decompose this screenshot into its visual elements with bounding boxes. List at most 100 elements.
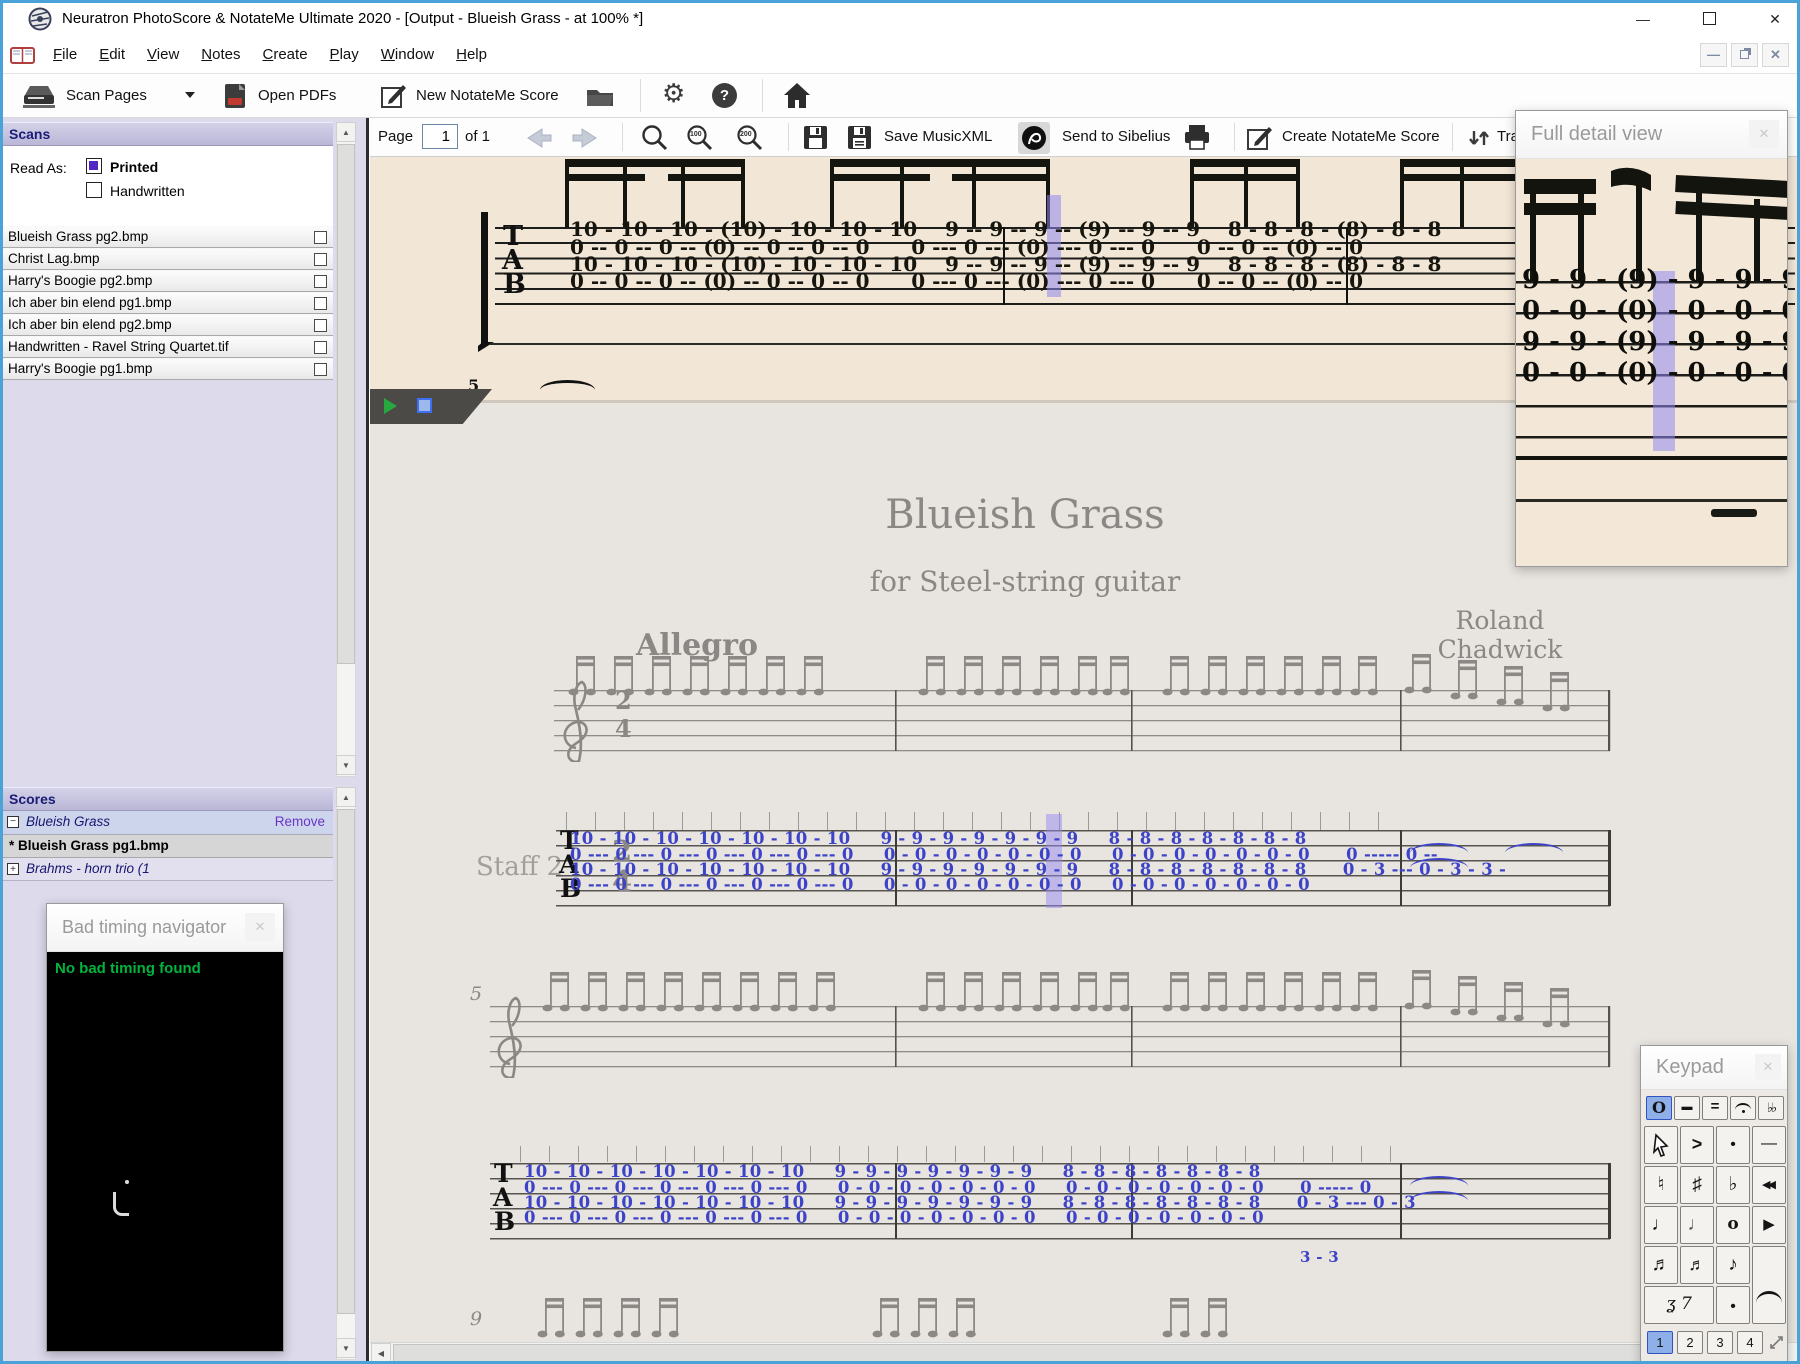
keypad-tab-accidentals[interactable]: ♭♭ [1758, 1096, 1784, 1120]
keypad-sharp-button[interactable]: ♯ [1680, 1166, 1714, 1204]
scan-file-checkbox[interactable] [314, 319, 327, 332]
keypad-accent-button[interactable]: > [1680, 1126, 1714, 1164]
full-detail-close-icon[interactable]: ✕ [1749, 120, 1779, 148]
tab1-row-4[interactable]: 0 --- 0 --- 0 --- 0 --- 0 --- 0 --- 0 0 … [570, 875, 1310, 894]
open-folder-icon[interactable] [585, 83, 615, 109]
keypad-rests-button[interactable]: ʓ 7 [1644, 1286, 1714, 1324]
score-item-page[interactable]: * Blueish Grass pg1.bmp [0, 835, 333, 858]
scroll-left-icon[interactable]: ◀ [371, 1343, 391, 1363]
keypad-page-2[interactable]: 2 [1677, 1331, 1703, 1354]
printed-checkbox[interactable] [86, 158, 102, 174]
keypad-sixteenth-note-button[interactable]: ♬ [1644, 1246, 1678, 1284]
scan-file-row[interactable]: Ich aber bin elend pg1.bmp [0, 292, 333, 314]
print-icon[interactable] [1182, 123, 1212, 152]
keypad-eighth-beamed-button[interactable]: ♬ [1680, 1246, 1714, 1284]
score-item-blueish-grass[interactable]: − Blueish Grass Remove [0, 811, 333, 835]
keypad-half-note-button[interactable]: ♩ [1680, 1206, 1714, 1244]
keypad-tie-button[interactable] [1752, 1246, 1786, 1324]
menu-help[interactable]: Help [445, 38, 498, 70]
remove-link[interactable]: Remove [275, 811, 325, 833]
keypad-eighth-note-button[interactable]: ♪ [1716, 1246, 1750, 1284]
stop-button[interactable] [417, 398, 432, 413]
menu-notes[interactable]: Notes [190, 38, 251, 70]
expand-icon[interactable]: + [7, 863, 19, 875]
mdi-close-button[interactable]: ✕ [1762, 43, 1789, 67]
home-icon[interactable] [782, 81, 812, 111]
scan-file-checkbox[interactable] [314, 297, 327, 310]
minimize-button[interactable]: — [1628, 8, 1658, 30]
menu-file[interactable]: File [42, 38, 88, 70]
keypad-play-button[interactable]: ▶ [1752, 1206, 1786, 1244]
save-musicxml-button[interactable]: Save MusicXML [884, 128, 992, 145]
settings-gear-icon[interactable]: ⚙ [662, 78, 685, 109]
keypad-page-3[interactable]: 3 [1707, 1331, 1733, 1354]
scores-scroll-up-icon[interactable]: ▲ [336, 787, 356, 807]
scan-file-checkbox[interactable] [314, 363, 327, 376]
full-detail-titlebar[interactable]: Full detail view [1516, 111, 1787, 159]
menu-view[interactable]: View [136, 38, 190, 70]
sibelius-icon[interactable] [1018, 122, 1050, 154]
menu-edit[interactable]: Edit [88, 38, 136, 70]
scan-file-row[interactable]: Blueish Grass pg2.bmp [0, 226, 333, 248]
save-icon[interactable] [802, 124, 829, 151]
scan-file-row[interactable]: Harry's Boogie pg2.bmp [0, 270, 333, 292]
collapse-icon[interactable]: − [7, 816, 19, 828]
mdi-minimize-button[interactable]: — [1700, 43, 1727, 67]
keypad-resize-icon[interactable] [1768, 1334, 1785, 1351]
keypad-close-icon[interactable]: ✕ [1755, 1054, 1781, 1080]
bad-timing-close-icon[interactable]: ✕ [245, 913, 275, 941]
scan-file-row[interactable]: Harry's Boogie pg1.bmp [0, 358, 333, 380]
score-item-brahms[interactable]: + Brahms - horn trio (1 [0, 858, 333, 881]
scan-file-checkbox[interactable] [314, 341, 327, 354]
scan-pages-button[interactable]: Scan Pages [66, 87, 147, 104]
keypad-dot-button[interactable]: • [1716, 1286, 1750, 1324]
menu-create[interactable]: Create [252, 38, 319, 70]
keypad-tab-rests[interactable]: ▬ [1674, 1096, 1700, 1120]
horizontal-scroll-thumb[interactable] [393, 1344, 1723, 1362]
handwritten-checkbox[interactable] [86, 182, 102, 198]
previous-page-icon[interactable] [522, 126, 556, 150]
keypad-staccato-button[interactable]: • [1716, 1126, 1750, 1164]
scans-scroll-down-icon[interactable]: ▼ [336, 755, 356, 775]
next-page-icon[interactable] [568, 126, 602, 150]
keypad-tenuto-button[interactable]: — [1752, 1126, 1786, 1164]
scores-scroll-down-icon[interactable]: ▼ [336, 1338, 356, 1358]
scan-file-checkbox[interactable] [314, 253, 327, 266]
scan-file-row[interactable]: Ich aber bin elend pg2.bmp [0, 314, 333, 336]
printed-label[interactable]: Printed [110, 159, 158, 175]
play-button[interactable] [384, 398, 397, 414]
scan-file-row[interactable]: Handwritten - Ravel String Quartet.tif [0, 336, 333, 358]
zoom-200-icon[interactable] [735, 123, 765, 153]
scan-file-checkbox[interactable] [314, 231, 327, 244]
keypad-flat-button[interactable]: ♭ [1716, 1166, 1750, 1204]
scores-scroll-thumb[interactable] [337, 809, 355, 1314]
new-notateme-button[interactable]: New NotateMe Score [416, 87, 559, 104]
help-icon[interactable]: ? [712, 83, 737, 108]
handwritten-label[interactable]: Handwritten [110, 183, 185, 199]
tab2-row-4[interactable]: 0 --- 0 --- 0 --- 0 --- 0 --- 0 --- 0 0 … [524, 1208, 1264, 1227]
keypad-whole-note-button[interactable]: o [1716, 1206, 1750, 1244]
keypad-pointer-button[interactable] [1644, 1126, 1678, 1164]
save-musicxml-icon[interactable] [846, 124, 873, 151]
panel-divider[interactable] [366, 118, 369, 1364]
send-to-sibelius-button[interactable]: Send to Sibelius [1062, 128, 1170, 145]
maximize-button[interactable] [1694, 8, 1724, 30]
keypad-quarter-note-button[interactable]: ♩ [1644, 1206, 1678, 1244]
keypad-page-4[interactable]: 4 [1737, 1331, 1763, 1354]
mdi-restore-button[interactable] [1731, 43, 1758, 67]
scans-scroll-thumb[interactable] [337, 144, 355, 664]
close-button[interactable]: ✕ [1760, 8, 1790, 30]
zoom-100-icon[interactable] [685, 123, 715, 153]
page-input[interactable]: 1 [422, 124, 458, 149]
keypad-tab-notes[interactable]: O [1646, 1096, 1672, 1120]
keypad-tab-ties[interactable] [1730, 1096, 1756, 1120]
zoom-icon[interactable] [640, 123, 670, 153]
transpose-icon[interactable] [1466, 125, 1492, 151]
keypad-natural-button[interactable]: ♮ [1644, 1166, 1678, 1204]
scan-file-row[interactable]: Christ Lag.bmp [0, 248, 333, 270]
keypad-page-1[interactable]: 1 [1647, 1331, 1673, 1354]
create-notateme-button[interactable]: Create NotateMe Score [1282, 128, 1440, 145]
keypad-rewind-button[interactable]: ◀◀ [1752, 1166, 1786, 1204]
scans-scroll-up-icon[interactable]: ▲ [336, 122, 356, 142]
scan-file-checkbox[interactable] [314, 275, 327, 288]
